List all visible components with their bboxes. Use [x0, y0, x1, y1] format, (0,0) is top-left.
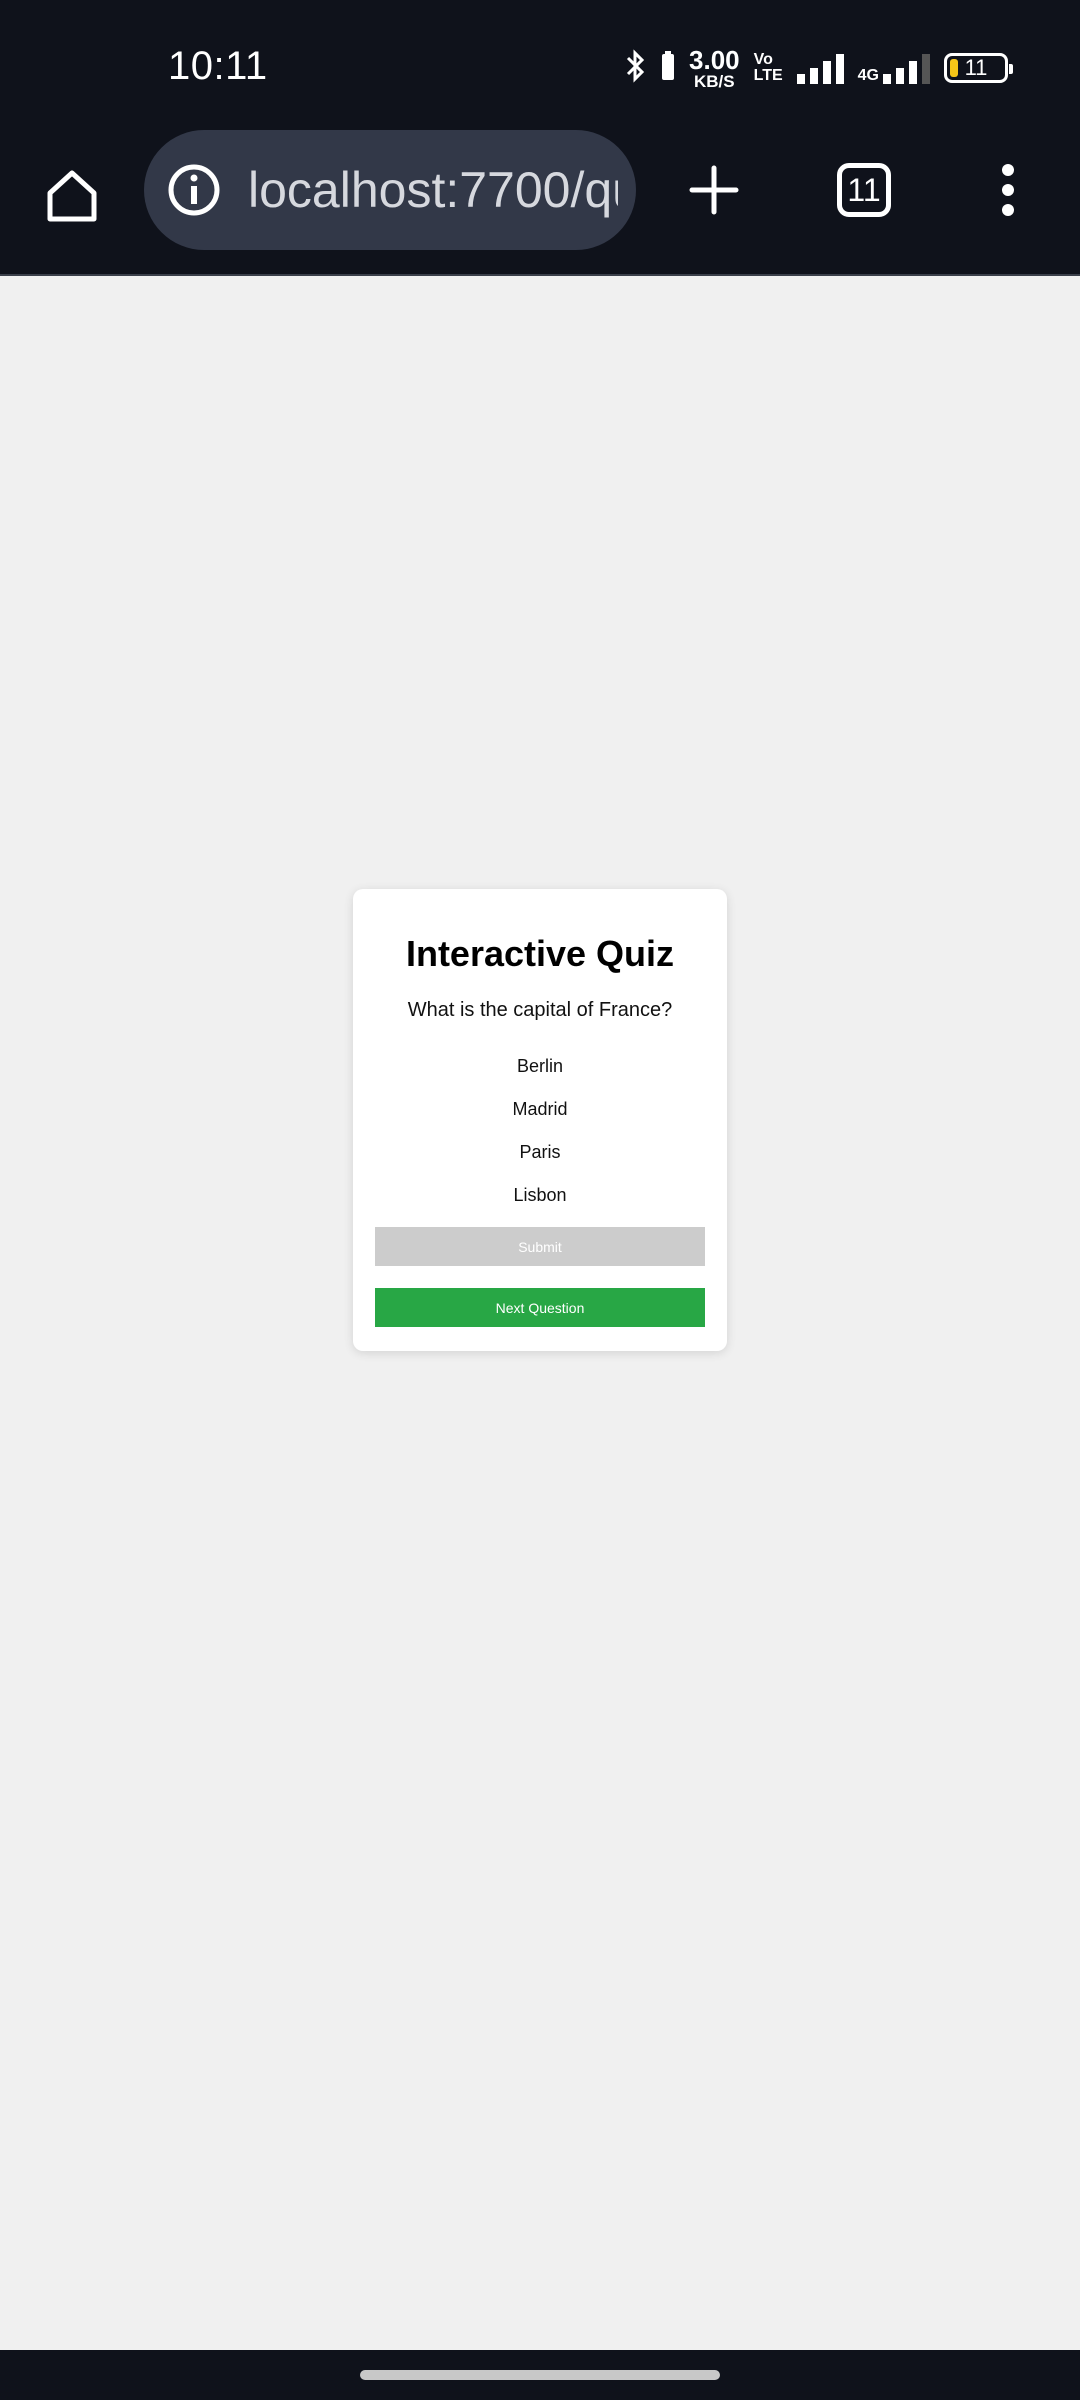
volte-indicator: Vo LTE: [754, 52, 783, 84]
quiz-question: What is the capital of France?: [407, 999, 673, 1021]
status-bar: 10:11 3.00 KB/S Vo LTE 4G 11: [0, 0, 1080, 130]
battery-small-icon: [661, 50, 675, 86]
quiz-title: Interactive Quiz: [405, 933, 675, 974]
volte-bottom: LTE: [753, 67, 783, 84]
signal-4g-icon: 4G: [858, 52, 930, 84]
net-speed-value: 3.00: [689, 44, 740, 75]
menu-icon: [1002, 164, 1014, 216]
submit-button[interactable]: Submit: [375, 1227, 705, 1266]
option-paris[interactable]: Paris: [353, 1142, 727, 1163]
option-berlin[interactable]: Berlin: [353, 1056, 727, 1077]
url-text[interactable]: localhost:7700/qu: [248, 161, 618, 219]
url-bar[interactable]: localhost:7700/qu: [144, 130, 636, 250]
home-icon: [47, 170, 97, 222]
net-speed: 3.00 KB/S: [689, 47, 740, 90]
home-indicator[interactable]: [360, 2370, 720, 2380]
tabs-button[interactable]: 11: [824, 150, 904, 230]
plus-icon: [689, 165, 739, 215]
battery-icon: 11: [944, 53, 1013, 83]
option-lisbon[interactable]: Lisbon: [353, 1185, 727, 1206]
battery-level: 11: [964, 55, 988, 80]
info-icon[interactable]: [166, 162, 222, 218]
tabs-icon: 11: [837, 163, 891, 217]
system-nav-bar: [0, 2350, 1080, 2400]
status-icons: 3.00 KB/S Vo LTE 4G 11: [625, 46, 1013, 90]
home-button[interactable]: [32, 155, 112, 235]
volte-top: Vo: [753, 51, 773, 68]
status-time: 10:11: [168, 44, 268, 88]
browser-toolbar: localhost:7700/qu 11: [0, 130, 1080, 276]
menu-button[interactable]: [968, 150, 1048, 230]
option-madrid[interactable]: Madrid: [353, 1099, 727, 1120]
signal-icon: [796, 52, 844, 84]
bluetooth-icon: [625, 48, 647, 89]
next-question-button[interactable]: Next Question: [375, 1288, 705, 1327]
network-type: 4G: [857, 67, 879, 84]
new-tab-button[interactable]: [674, 150, 754, 230]
tab-count: 11: [847, 171, 881, 208]
net-speed-unit: KB/S: [694, 71, 735, 91]
quiz-card: Interactive Quiz What is the capital of …: [353, 889, 727, 1351]
